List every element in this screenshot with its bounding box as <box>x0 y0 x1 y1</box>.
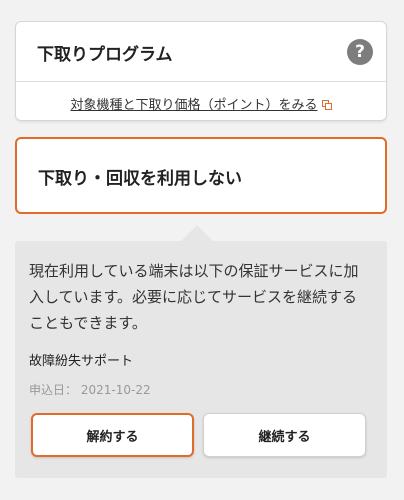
tradein-program-card[interactable]: 下取りプログラム ? 対象機種と下取り価格（ポイント）をみる <box>15 21 387 121</box>
external-link-icon <box>321 100 332 110</box>
continue-service-button[interactable]: 継続する <box>203 413 366 457</box>
application-date: 申込日： 2021-10-22 <box>29 381 151 398</box>
application-date-label: 申込日： <box>29 383 78 397</box>
panel-pointer-arrow <box>181 225 213 241</box>
help-icon[interactable]: ? <box>347 39 373 65</box>
no-tradein-title: 下取り・回収を利用しない <box>38 169 242 189</box>
warranty-service-panel: 現在利用している端末は以下の保証サービスに加入しています。必要に応じてサービスを… <box>15 241 387 478</box>
warranty-description: 現在利用している端末は以下の保証サービスに加入しています。必要に応じてサービスを… <box>29 262 359 332</box>
tradein-price-link-text[interactable]: 対象機種と下取り価格（ポイント）をみる <box>70 98 317 113</box>
warranty-service-name: 故障紛失サポート <box>29 354 134 369</box>
application-date-value: 2021-10-22 <box>80 383 151 397</box>
tradein-program-title: 下取りプログラム <box>37 45 173 65</box>
tradein-program-header[interactable]: 下取りプログラム ? <box>16 22 386 82</box>
cancel-service-button[interactable]: 解約する <box>31 413 194 457</box>
tradein-price-link[interactable]: 対象機種と下取り価格（ポイント）をみる <box>16 94 386 113</box>
no-tradein-option[interactable]: 下取り・回収を利用しない <box>15 137 387 214</box>
